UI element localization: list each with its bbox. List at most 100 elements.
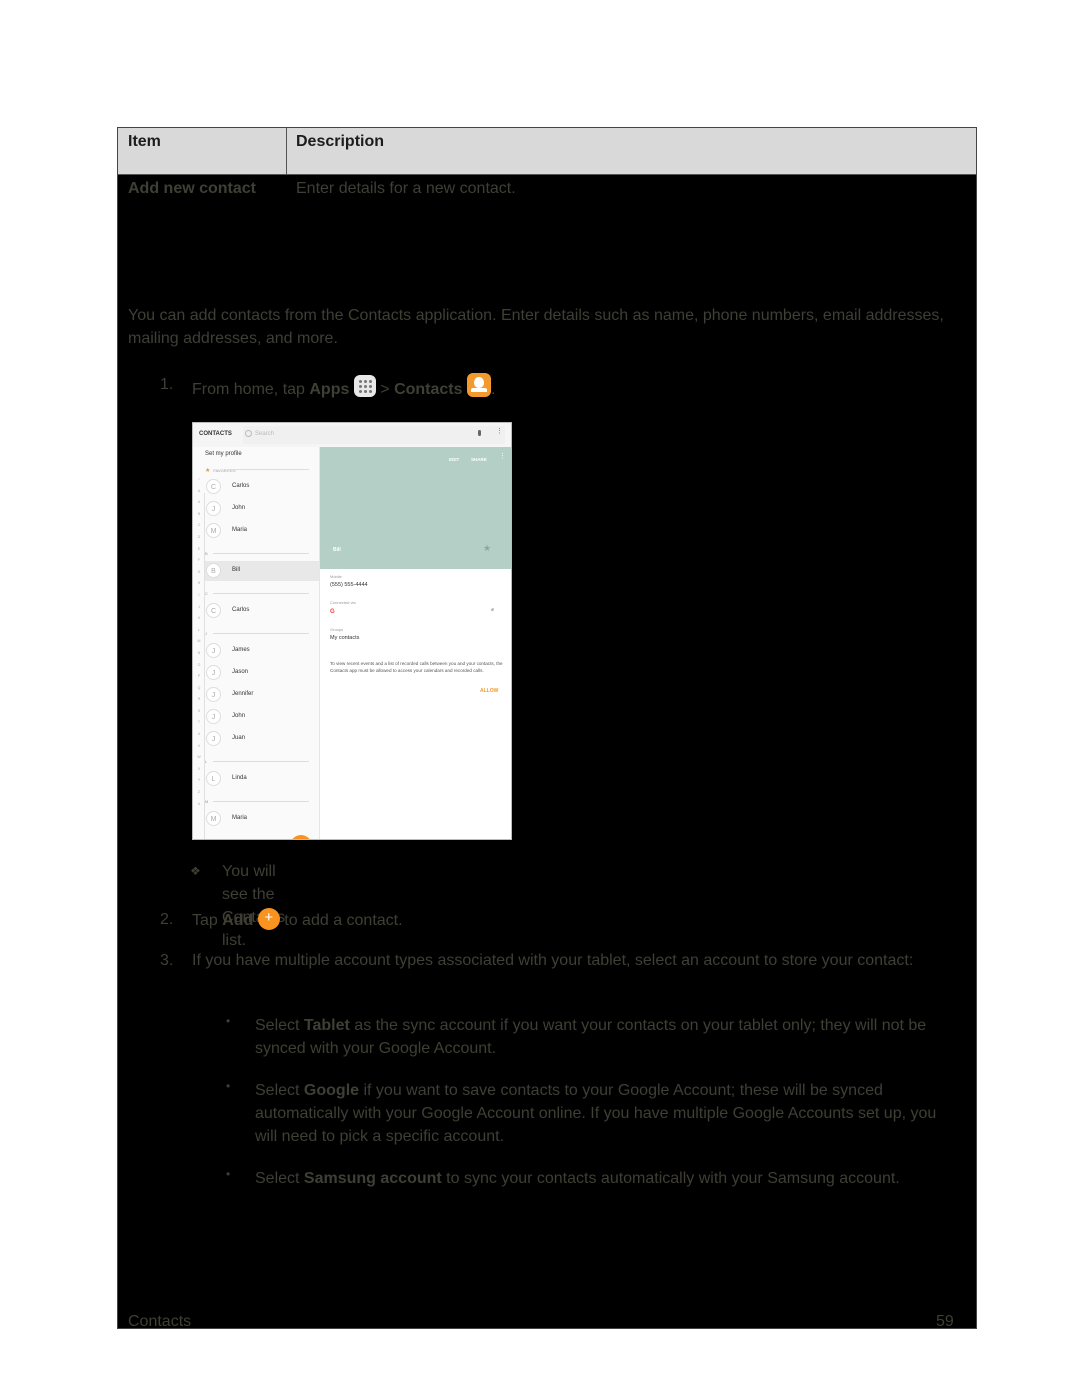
permission-note: To view recent events and a list of reco… [330,661,503,673]
groups-label: Groups [330,627,344,632]
contact-name: Linda [232,775,247,781]
mobile-label: Mobile [330,574,342,579]
contact-row[interactable]: J James [205,641,319,661]
index-letter[interactable]: # [195,802,203,814]
table-cell-item: Add new contact [128,180,257,197]
index-letter[interactable]: R [195,697,203,709]
section-label: B [205,551,208,556]
contact-row[interactable]: J Juan [205,729,319,749]
contact-row[interactable]: J Jason [205,663,319,683]
section-header: L [205,759,309,764]
bullet-text: Select Tablet as the sync account if you… [255,1017,927,1057]
page-number: 59 [936,1313,954,1330]
section-header: J [205,631,309,636]
avatar: L [206,771,221,786]
document-page: Item Description Add new contact Enter d… [117,127,977,1330]
contact-name: Carlos [232,483,250,489]
section-label: J [205,631,207,636]
contact-row[interactable]: J Jennifer [205,685,319,705]
index-letter[interactable]: M [195,639,203,651]
index-scroller[interactable]: ☆ & A B C D E F G H I J K L M N O P Q R S T U V W X Y Z # [195,477,203,813]
index-letter[interactable]: K [195,616,203,628]
contact-name: Bill [232,567,241,573]
section-header: C [205,591,309,596]
contact-row[interactable]: C Carlos [205,477,319,497]
index-letter[interactable]: D [195,535,203,547]
add-label: Add [222,912,254,929]
bullet-icon: • [226,1167,231,1181]
more-options-icon[interactable]: ⋮ [496,428,503,435]
mobile-value[interactable]: (555) 555-4444 [330,582,368,588]
index-letter[interactable]: S [195,709,203,721]
index-letter[interactable]: W [195,755,203,767]
index-letter[interactable]: I [195,593,203,605]
step-text-pre: Tap [192,912,223,929]
section-divider [213,593,309,594]
index-letter[interactable]: B [195,512,203,524]
footer-section: Contacts [128,1313,192,1330]
index-letter[interactable]: X [195,767,203,779]
index-letter[interactable]: N [195,651,203,663]
groups-value: My contacts [330,635,360,641]
search-input[interactable] [243,426,505,444]
index-letter[interactable]: Q [195,686,203,698]
index-letter[interactable]: T [195,720,203,732]
index-letter[interactable]: G [195,570,203,582]
set-profile-link[interactable]: Set my profile [205,451,242,457]
apps-label: Apps [309,381,350,398]
contact-name: Maria [232,815,248,821]
column-divider [286,128,287,174]
table-header-item: Item [128,133,161,150]
index-letter[interactable]: U [195,732,203,744]
contact-name: James [232,647,250,653]
index-letter[interactable]: & [195,489,203,501]
index-letter[interactable]: Z [195,790,203,802]
index-letter[interactable]: ☆ [195,477,203,489]
avatar: B [206,563,221,578]
contact-name: Maria [232,527,248,533]
bullet-text: Select Samsung account to sync your cont… [255,1170,900,1187]
mic-icon[interactable] [478,430,481,436]
index-letter[interactable]: J [195,605,203,617]
avatar: M [206,523,221,538]
index-letter[interactable]: E [195,547,203,559]
index-letter[interactable]: O [195,663,203,675]
edit-button[interactable]: EDIT [449,457,459,462]
index-letter[interactable]: L [195,628,203,640]
step-text-sep: > [375,381,395,398]
avatar: J [206,501,221,516]
favorite-star-icon[interactable]: ★ [483,543,491,554]
app-title: CONTACTS [199,431,232,437]
section-divider [213,633,309,634]
contact-row[interactable]: L Linda [205,769,319,789]
index-letter[interactable]: H [195,581,203,593]
contacts-list: Set my profile ☆ & A B C D E F G H I J K L M N O P Q R S T U V W… [193,447,320,839]
index-letter[interactable]: C [195,523,203,535]
contact-row[interactable]: B Bill [205,561,319,581]
share-button[interactable]: SHARE [471,457,487,462]
add-contact-button[interactable]: + [290,835,312,839]
index-letter[interactable]: P [195,674,203,686]
index-letter[interactable]: V [195,744,203,756]
apps-icon [353,375,376,397]
contacts-app-icon [466,373,491,397]
index-letter[interactable]: Y [195,778,203,790]
contact-name: John [232,505,246,511]
contact-row[interactable]: M Maria [205,809,319,829]
link-icon[interactable]: ⚭ [488,605,498,615]
contact-row[interactable]: C Carlos [205,601,319,621]
allow-button[interactable]: ALLOW [480,688,498,694]
avatar: J [206,665,221,680]
search-icon [245,430,252,437]
contact-row[interactable]: M Maria [205,521,319,541]
section-header: B [205,551,309,556]
table-cell-description: Enter details for a new contact. [296,180,516,197]
contact-row[interactable]: J John [205,707,319,727]
contact-row[interactable]: J John [205,499,319,519]
step-number: 2. [160,911,174,928]
table-header: Item Description [118,128,976,175]
index-letter[interactable]: A [195,500,203,512]
avatar: J [206,731,221,746]
more-options-icon[interactable]: ⋮ [499,453,506,460]
index-letter[interactable]: F [195,558,203,570]
